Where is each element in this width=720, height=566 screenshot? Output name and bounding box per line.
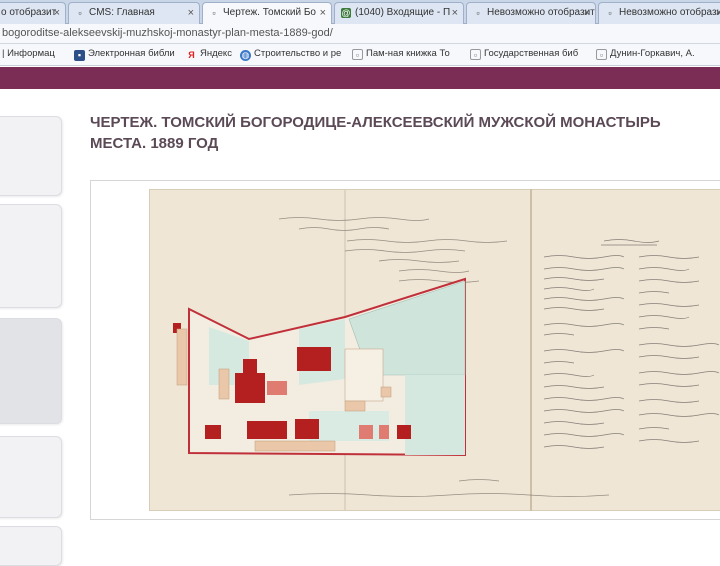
- sidebar-card[interactable]: [0, 318, 62, 424]
- bookmark-item[interactable]: ▫ Дунин-Горкавич, А.: [596, 48, 695, 60]
- close-icon[interactable]: ×: [452, 3, 458, 23]
- document-icon: ▫: [352, 49, 363, 60]
- site-header-band: [0, 67, 720, 89]
- bookmark-item[interactable]: ▪ Электронная библи: [74, 48, 175, 61]
- tab-title: CMS: Главная: [89, 7, 155, 18]
- bookmark-item[interactable]: ▫ Государственная биб: [470, 48, 578, 60]
- sidebar-card[interactable]: [0, 116, 62, 196]
- browser-tab-active[interactable]: ▫ Чертеж. Томский Бо ×: [202, 2, 332, 24]
- page-title-line: МЕСТА. 1889 ГОД: [90, 135, 219, 152]
- bookmark-item[interactable]: ▫ Пам-ная книжка То: [352, 48, 450, 60]
- browser-tab[interactable]: ▫ Невозможно отобразить ×: [466, 2, 596, 24]
- browser-tab[interactable]: ▫ Невозможно отобразит ×: [598, 2, 720, 24]
- bookmark-label: Электронная библи: [88, 48, 175, 59]
- close-icon[interactable]: ×: [188, 3, 194, 23]
- tab-title: Невозможно отобразит: [619, 7, 720, 18]
- document-icon: ▫: [212, 8, 216, 18]
- bookmark-item[interactable]: ◍ Строительство и ре: [240, 48, 341, 61]
- yandex-icon: Я: [188, 50, 195, 60]
- tab-title: Невозможно отобразить: [487, 7, 596, 18]
- figure-frame: [90, 180, 720, 520]
- monastery-plan-image[interactable]: [149, 189, 720, 511]
- bookmark-item[interactable]: Я Яндекс: [186, 48, 232, 61]
- browser-tab[interactable]: о отобразит ×: [0, 2, 66, 24]
- document-icon: ▫: [470, 49, 481, 60]
- bookmarks-bar: | Информац ▪ Электронная библи Я Яндекс ◍ С…: [0, 44, 720, 66]
- url-text[interactable]: bogoroditse-alekseevskij-muzhskoj-monast…: [2, 27, 333, 39]
- bookmark-label: Дунин-Горкавич, А.: [610, 48, 695, 59]
- browser-tab[interactable]: ▫ CMS: Главная ×: [68, 2, 200, 24]
- tab-title: Чертеж. Томский Бо: [223, 7, 316, 18]
- close-icon[interactable]: ×: [320, 3, 326, 23]
- document-icon: ▫: [78, 8, 82, 18]
- sidebar-card[interactable]: [0, 526, 62, 566]
- library-icon: ▪: [74, 50, 85, 61]
- bookmark-label: Яндекс: [200, 48, 232, 59]
- close-icon[interactable]: ×: [716, 3, 720, 23]
- close-icon[interactable]: ×: [584, 3, 590, 23]
- address-bar[interactable]: bogoroditse-alekseevskij-muzhskoj-monast…: [0, 24, 720, 44]
- bookmark-label: Пам-ная книжка То: [366, 48, 450, 59]
- tab-title: о отобразит: [1, 7, 57, 18]
- bookmark-label: Строительство и ре: [254, 48, 342, 59]
- browser-tab[interactable]: @ (1040) Входящие - П ×: [334, 2, 464, 24]
- document-icon: ▫: [608, 8, 612, 18]
- document-icon: ▫: [476, 8, 480, 18]
- mail-icon: @: [341, 8, 351, 18]
- document-icon: ▫: [596, 49, 607, 60]
- globe-icon: ◍: [240, 50, 251, 61]
- sidebar-card[interactable]: [0, 204, 62, 308]
- browser-tab-strip: о отобразит × ▫ CMS: Главная × ▫ Чертеж. Т…: [0, 0, 720, 24]
- bookmark-label: Государственная биб: [484, 48, 579, 59]
- sidebar-card[interactable]: [0, 436, 62, 518]
- page-title-line: ЧЕРТЕЖ. ТОМСКИЙ БОГОРОДИЦЕ-АЛЕКСЕЕВСКИЙ …: [90, 114, 661, 131]
- bookmark-label: | Информац: [2, 48, 55, 59]
- close-icon[interactable]: ×: [54, 3, 60, 23]
- bookmark-item[interactable]: | Информац: [2, 48, 55, 59]
- page-title: ЧЕРТЕЖ. ТОМСКИЙ БОГОРОДИЦЕ-АЛЕКСЕЕВСКИЙ …: [90, 112, 720, 154]
- tab-title: (1040) Входящие - П: [355, 7, 451, 18]
